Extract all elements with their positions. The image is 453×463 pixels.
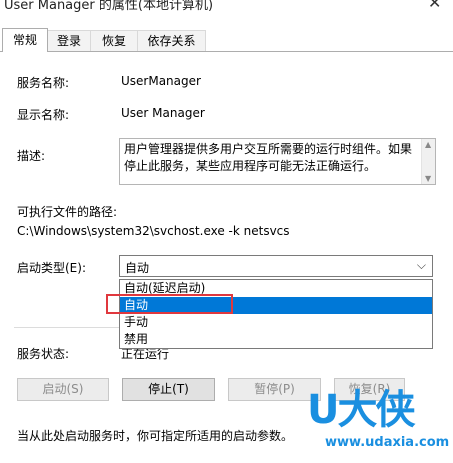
startup-option-manual[interactable]: 手动 <box>120 314 432 331</box>
service-status-label: 服务状态: <box>17 347 70 361</box>
tab-dependencies[interactable]: 依存关系 <box>137 30 206 51</box>
description-text: 用户管理器提供多用户交互所需要的运行时组件。如果停止此服务，某些应用程序可能无法… <box>124 142 413 173</box>
path-label: 可执行文件的路径: <box>17 205 118 219</box>
startup-type-dropdown: 自动(延迟启动) 自动 手动 禁用 <box>119 279 433 349</box>
startup-type-select[interactable]: 自动 ⌵ <box>119 255 433 277</box>
watermark-url: www.udaxia.com <box>325 435 450 450</box>
start-button[interactable]: 启动(S) <box>17 378 109 401</box>
description-label: 描述: <box>17 149 46 163</box>
watermark-logo: U大侠 <box>307 387 415 433</box>
service-name-label: 服务名称: <box>17 76 70 90</box>
scroll-down-icon[interactable]: ▼ <box>425 174 431 183</box>
scroll-up-icon[interactable]: ▲ <box>425 140 431 149</box>
tab-general[interactable]: 常规 <box>2 28 48 52</box>
tab-recovery[interactable]: 恢复 <box>90 30 138 51</box>
service-name-value: UserManager <box>121 74 201 88</box>
close-icon[interactable]: ✕ <box>428 0 441 12</box>
path-value: C:\Windows\system32\svchost.exe -k netsv… <box>17 224 290 238</box>
description-textbox[interactable]: 用户管理器提供多用户交互所需要的运行时组件。如果停止此服务，某些应用程序可能无法… <box>119 138 436 185</box>
start-params-hint: 当从此处启动服务时，你可指定所适用的启动参数。 <box>17 429 294 443</box>
highlight-annotation <box>106 294 233 314</box>
startup-type-label: 启动类型(E): <box>17 261 86 275</box>
startup-type-value: 自动 <box>125 261 150 275</box>
chevron-down-icon: ⌵ <box>416 258 426 272</box>
startup-option-disabled[interactable]: 禁用 <box>120 331 432 348</box>
title-bar: User Manager 的属性(本地计算机) ✕ <box>0 0 453 22</box>
window-title: User Manager 的属性(本地计算机) <box>4 0 214 13</box>
stop-button[interactable]: 停止(T) <box>122 378 215 401</box>
tab-logon[interactable]: 登录 <box>47 30 91 51</box>
display-name-value: User Manager <box>121 106 205 120</box>
tab-strip: 常规 登录 恢复 依存关系 <box>0 28 453 52</box>
watermark: U大侠 www.udaxia.com <box>303 387 453 463</box>
display-name-label: 显示名称: <box>17 108 70 122</box>
description-scrollbar[interactable]: ▲ ▼ <box>421 139 435 184</box>
